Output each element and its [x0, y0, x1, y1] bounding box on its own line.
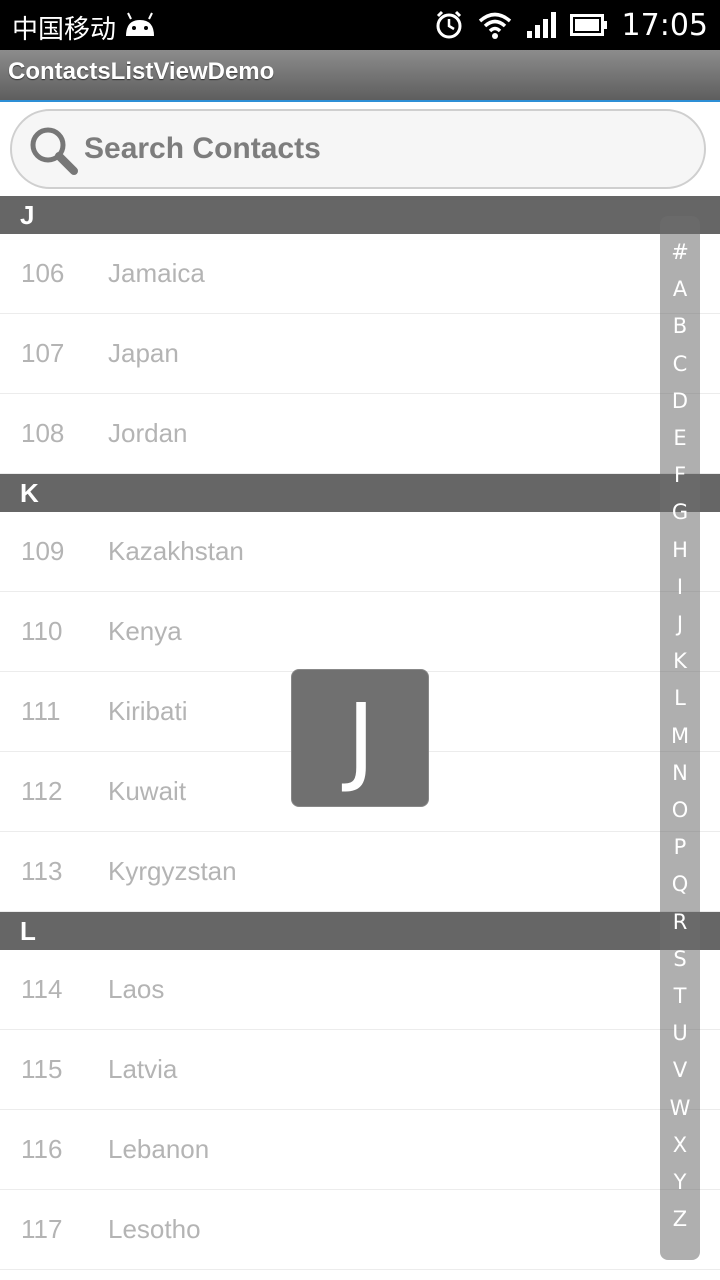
search-bar	[0, 102, 720, 196]
index-letter[interactable]: H	[660, 538, 700, 562]
android-icon	[126, 12, 154, 36]
contact-name: Japan	[108, 338, 179, 368]
contact-name: Lesotho	[108, 1214, 201, 1244]
index-letter[interactable]: T	[660, 984, 700, 1008]
contact-number: 108	[21, 418, 65, 448]
contact-number: 109	[21, 536, 65, 566]
contact-number: 106	[21, 258, 65, 288]
alarm-icon	[436, 10, 462, 39]
contact-name: Jordan	[108, 418, 188, 448]
index-letter[interactable]: K	[660, 649, 700, 673]
contact-number: 117	[21, 1214, 63, 1244]
section-overlay: J	[291, 669, 429, 807]
contact-name: Kenya	[108, 616, 182, 646]
index-letter[interactable]: I	[660, 575, 700, 599]
contact-number: 113	[21, 856, 63, 886]
contact-number: 110	[21, 616, 63, 646]
carrier-label: 中国移动	[12, 15, 117, 45]
contact-name: Kazakhstan	[108, 536, 244, 566]
index-letter[interactable]: A	[660, 277, 700, 301]
list-item[interactable]: 110 Kenya	[0, 592, 720, 672]
index-letter[interactable]: Y	[660, 1170, 700, 1194]
index-letter[interactable]: J	[660, 612, 700, 636]
contact-number: 111	[21, 696, 61, 726]
contact-name: Kiribati	[108, 696, 188, 726]
contact-name: Lebanon	[108, 1134, 210, 1164]
index-letter[interactable]: N	[660, 761, 700, 785]
contact-name: Kuwait	[108, 776, 187, 806]
list-item[interactable]: 106 Jamaica	[0, 234, 720, 314]
section-header: J	[0, 196, 720, 234]
index-letter[interactable]: Q	[660, 872, 700, 896]
index-letter[interactable]: P	[660, 835, 700, 859]
contact-number: 114	[21, 974, 63, 1004]
index-letter[interactable]: Z	[660, 1207, 700, 1231]
alphabet-index-bar[interactable]: # A B C D E F G H I J K L M N O P Q R S T U V W X Y Z	[660, 216, 700, 1260]
contact-name: Laos	[108, 974, 165, 1004]
list-item[interactable]: 116 Lebanon	[0, 1110, 720, 1190]
contact-name: Kyrgyzstan	[108, 856, 237, 886]
status-icons: 17:05	[434, 0, 708, 50]
index-letter[interactable]: G	[660, 500, 700, 524]
index-letter[interactable]: C	[660, 352, 700, 376]
section-header: K	[0, 474, 720, 512]
index-letter[interactable]: L	[660, 686, 700, 710]
signal-icon	[526, 12, 556, 38]
contact-name: Jamaica	[108, 258, 205, 288]
index-letter[interactable]: F	[660, 463, 700, 487]
index-letter[interactable]: E	[660, 426, 700, 450]
contact-name: Latvia	[108, 1054, 178, 1084]
list-item[interactable]: 115 Latvia	[0, 1030, 720, 1110]
index-letter[interactable]: U	[660, 1021, 700, 1045]
contact-number: 112	[21, 776, 63, 806]
section-header: L	[0, 912, 720, 950]
wifi-icon	[478, 12, 511, 39]
app-title: ContactsListViewDemo	[8, 58, 275, 85]
index-letter[interactable]: S	[660, 947, 700, 971]
contact-number: 115	[21, 1054, 63, 1084]
contact-number: 116	[21, 1134, 63, 1164]
index-letter[interactable]: O	[660, 798, 700, 822]
index-letter[interactable]: M	[660, 724, 700, 748]
index-letter[interactable]: W	[660, 1096, 700, 1120]
index-letter[interactable]: V	[660, 1058, 700, 1082]
index-letter[interactable]: X	[660, 1133, 700, 1157]
overlay-letter: J	[346, 683, 376, 795]
search-input[interactable]	[84, 129, 644, 169]
list-item[interactable]: 108 Jordan	[0, 394, 720, 474]
index-letter[interactable]: R	[660, 910, 700, 934]
list-item[interactable]: 117 Lesotho	[0, 1190, 720, 1270]
list-item[interactable]: 114 Laos	[0, 950, 720, 1030]
clock: 17:05	[621, 7, 708, 43]
search-box[interactable]	[10, 109, 706, 189]
status-bar: 中国移动 17:05	[0, 0, 720, 50]
list-item[interactable]: 107 Japan	[0, 314, 720, 394]
index-letter[interactable]: D	[660, 389, 700, 413]
list-item[interactable]: 109 Kazakhstan	[0, 512, 720, 592]
action-bar: ContactsListViewDemo	[0, 50, 720, 102]
contact-number: 107	[21, 338, 65, 368]
index-letter[interactable]: B	[660, 314, 700, 338]
list-item[interactable]: 113 Kyrgyzstan	[0, 832, 720, 912]
index-letter[interactable]: #	[660, 240, 700, 264]
search-icon	[30, 127, 78, 175]
battery-icon	[569, 14, 607, 36]
